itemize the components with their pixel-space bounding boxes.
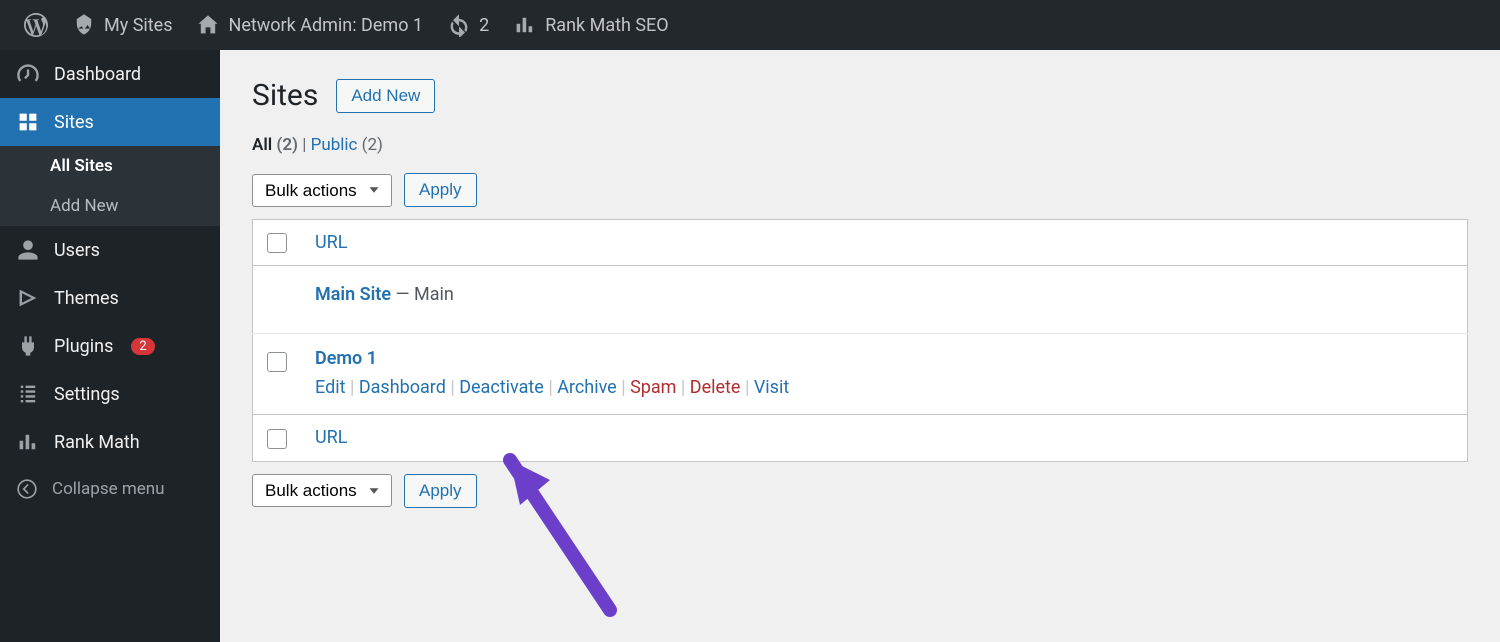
plugins-badge: 2 xyxy=(131,338,154,355)
rankmath-link[interactable]: Rank Math SEO xyxy=(501,0,681,50)
rankmath-label: Rank Math SEO xyxy=(545,15,669,36)
admin-sidebar: Dashboard Sites All Sites Add New Users … xyxy=(0,50,220,642)
rankmath-icon xyxy=(16,430,40,454)
page-content: Sites Add New All (2) | Public (2) Bulk … xyxy=(220,50,1500,642)
add-new-button[interactable]: Add New xyxy=(336,79,435,113)
sidebar-item-sites[interactable]: Sites xyxy=(0,98,220,146)
select-all-footer[interactable] xyxy=(253,415,302,461)
action-visit[interactable]: Visit xyxy=(754,377,789,398)
sidebar-rankmath-label: Rank Math xyxy=(54,432,140,453)
settings-icon xyxy=(16,382,40,406)
table-row: Main Site — Main xyxy=(253,266,1468,334)
submenu-add-new[interactable]: Add New xyxy=(0,186,220,226)
themes-icon xyxy=(16,286,40,310)
page-heading: Sites Add New xyxy=(252,78,1468,113)
multisite-icon xyxy=(72,13,96,37)
sidebar-item-users[interactable]: Users xyxy=(0,226,220,274)
action-deactivate[interactable]: Deactivate xyxy=(459,377,544,398)
plugins-icon xyxy=(16,334,40,358)
action-archive[interactable]: Archive xyxy=(557,377,617,398)
sidebar-item-rankmath[interactable]: Rank Math xyxy=(0,418,220,466)
sites-icon xyxy=(16,110,40,134)
action-delete[interactable]: Delete xyxy=(690,377,741,398)
filter-all[interactable]: All (2) xyxy=(252,135,298,155)
collapse-menu[interactable]: Collapse menu xyxy=(0,466,220,512)
tablenav-top: Bulk actions Apply xyxy=(252,173,1468,207)
sidebar-plugins-label: Plugins xyxy=(54,336,113,357)
my-sites-label: My Sites xyxy=(104,15,172,36)
sidebar-dashboard-label: Dashboard xyxy=(54,64,141,85)
table-row: Demo 1 Edit | Dashboard | Deactivate | A… xyxy=(253,334,1468,415)
collapse-icon xyxy=(16,478,38,500)
select-all-header[interactable] xyxy=(253,220,302,266)
wordpress-icon xyxy=(24,13,48,37)
sidebar-item-themes[interactable]: Themes xyxy=(0,274,220,322)
filter-public[interactable]: Public (2) xyxy=(311,135,383,155)
action-dashboard[interactable]: Dashboard xyxy=(359,377,446,398)
site-link-demo1[interactable]: Demo 1 xyxy=(315,348,377,369)
site-tag-main: — Main xyxy=(391,284,454,305)
sidebar-sites-label: Sites xyxy=(54,112,94,133)
wp-logo[interactable] xyxy=(12,0,60,50)
sidebar-submenu-sites: All Sites Add New xyxy=(0,146,220,226)
filter-links: All (2) | Public (2) xyxy=(252,135,1468,155)
apply-button-bottom[interactable]: Apply xyxy=(404,474,477,508)
action-spam[interactable]: Spam xyxy=(630,377,676,398)
network-admin-label: Network Admin: Demo 1 xyxy=(228,15,423,36)
admin-bar: My Sites Network Admin: Demo 1 2 Rank Ma… xyxy=(0,0,1500,50)
sidebar-users-label: Users xyxy=(54,240,100,261)
sites-table: URL Main Site — Main Demo 1 Edit | Dashb… xyxy=(252,219,1468,462)
column-url-footer[interactable]: URL xyxy=(301,415,1468,461)
dashboard-icon xyxy=(16,62,40,86)
updates-count: 2 xyxy=(479,15,489,36)
page-title: Sites xyxy=(252,78,318,113)
bar-chart-icon xyxy=(513,13,537,37)
users-icon xyxy=(16,238,40,262)
refresh-icon xyxy=(447,13,471,37)
site-link-main[interactable]: Main Site xyxy=(315,284,391,305)
sidebar-item-settings[interactable]: Settings xyxy=(0,370,220,418)
sidebar-themes-label: Themes xyxy=(54,288,119,309)
collapse-label: Collapse menu xyxy=(52,479,165,499)
row-checkbox[interactable] xyxy=(267,352,287,372)
my-sites-link[interactable]: My Sites xyxy=(60,0,184,50)
bulk-actions-select-top[interactable]: Bulk actions xyxy=(252,174,392,207)
sidebar-item-dashboard[interactable]: Dashboard xyxy=(0,50,220,98)
network-admin-link[interactable]: Network Admin: Demo 1 xyxy=(184,0,435,50)
apply-button-top[interactable]: Apply xyxy=(404,173,477,207)
row-actions: Edit | Dashboard | Deactivate | Archive … xyxy=(315,377,1453,398)
bulk-actions-select-bottom[interactable]: Bulk actions xyxy=(252,474,392,507)
updates-link[interactable]: 2 xyxy=(435,0,501,50)
sidebar-settings-label: Settings xyxy=(54,384,120,405)
submenu-all-sites[interactable]: All Sites xyxy=(0,146,220,186)
home-icon xyxy=(196,13,220,37)
action-edit[interactable]: Edit xyxy=(315,377,345,398)
column-url-header[interactable]: URL xyxy=(301,220,1468,266)
sidebar-item-plugins[interactable]: Plugins 2 xyxy=(0,322,220,370)
tablenav-bottom: Bulk actions Apply xyxy=(252,474,1468,508)
